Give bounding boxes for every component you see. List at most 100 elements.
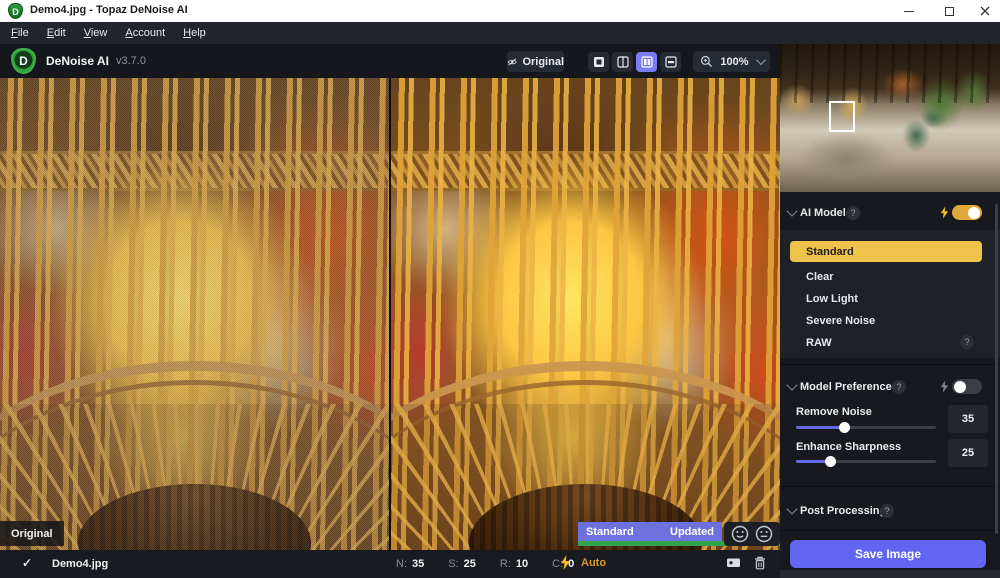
statusbar-filename[interactable]: Demo4.jpg [52, 558, 108, 570]
view-single-button[interactable] [588, 52, 609, 72]
ai-model-auto-toggle[interactable] [952, 205, 982, 220]
image-viewer: Original Standard Updated [0, 78, 780, 550]
collapse-chevron-icon[interactable] [786, 503, 797, 514]
titlebar: D Demo4.jpg - Topaz DeNoise AI [0, 0, 1000, 22]
panel-scrollbar[interactable] [995, 204, 998, 534]
param-n-label: N: [396, 558, 407, 570]
original-image-pane[interactable] [0, 78, 389, 550]
chevron-down-icon [756, 55, 766, 65]
ai-model-list: Standard Clear Low Light Severe Noise RA… [780, 230, 1000, 358]
minimize-icon [904, 11, 914, 12]
param-r-value: 10 [516, 558, 528, 570]
split-view-icon [617, 56, 629, 68]
toggle-original-button[interactable]: Original [507, 51, 564, 72]
slider-knob[interactable] [825, 456, 836, 467]
lightning-icon [560, 555, 571, 570]
post-processing-help-icon[interactable]: ? [880, 504, 894, 518]
ai-model-help-icon[interactable]: ? [846, 206, 860, 220]
app-name: DeNoise AI [46, 54, 109, 68]
preview-image-icon[interactable] [726, 556, 741, 569]
collapse-chevron-icon[interactable] [786, 379, 797, 390]
section-divider [780, 364, 1000, 365]
close-button[interactable] [968, 0, 1000, 22]
param-s-value: 25 [464, 558, 476, 570]
zoom-level: 100% [720, 56, 748, 68]
view-side-by-side-button[interactable] [636, 52, 657, 72]
section-divider [780, 530, 1000, 531]
model-preferences-header: Model Preferences ? [780, 376, 1000, 398]
remove-noise-slider[interactable] [796, 422, 936, 433]
remove-noise-value[interactable]: 35 [948, 405, 988, 433]
enhance-sharpness-slider[interactable] [796, 456, 936, 467]
model-option-raw[interactable]: RAW [790, 332, 982, 353]
maximize-icon [945, 7, 954, 16]
badge-model-name: Standard [586, 526, 634, 538]
auto-bolt-icon-gray [940, 380, 949, 393]
trash-icon[interactable] [754, 556, 766, 570]
processed-image-pane[interactable] [391, 78, 780, 550]
post-processing-header: Post Processing ? [780, 500, 1000, 522]
save-image-button[interactable]: Save Image [790, 540, 986, 568]
toolbar: D DeNoise AI v3.7.0 Original [0, 44, 780, 78]
feedback-buttons [724, 522, 780, 546]
model-option-low-light[interactable]: Low Light [790, 288, 982, 309]
auto-mode-toggle[interactable]: Auto [560, 555, 606, 570]
menu-edit[interactable]: Edit [38, 24, 75, 42]
minimize-button[interactable] [892, 0, 926, 22]
auto-bolt-icon [940, 206, 949, 219]
denoise-logo-icon: D [11, 48, 36, 74]
original-button-label: Original [522, 56, 564, 68]
menu-view[interactable]: View [75, 24, 117, 42]
menu-help[interactable]: Help [174, 24, 215, 42]
statusbar-icons [726, 556, 766, 570]
model-option-severe-noise[interactable]: Severe Noise [790, 310, 982, 331]
single-view-icon [593, 56, 605, 68]
navigator-selection-box[interactable] [829, 101, 855, 132]
enhance-sharpness-value[interactable]: 25 [948, 439, 988, 467]
maximize-button[interactable] [932, 0, 966, 22]
menu-file[interactable]: File [2, 24, 38, 42]
model-option-clear[interactable]: Clear [790, 266, 982, 287]
ai-model-header: AI Model ? [780, 202, 1000, 224]
app-logo-icon: D [8, 3, 23, 19]
menu-account[interactable]: Account [116, 24, 174, 42]
parameter-readout: N:35 S:25 R:10 C:0 [396, 558, 574, 570]
model-option-standard[interactable]: Standard [790, 241, 982, 262]
slider-fill [796, 426, 845, 429]
zoom-control[interactable]: 100% [693, 51, 770, 72]
top-bottom-view-icon [665, 56, 677, 68]
app-window: D Demo4.jpg - Topaz DeNoise AI File Edit… [0, 0, 1000, 578]
statusbar: ✓ Demo4.jpg N:35 S:25 R:10 C:0 Auto [0, 550, 780, 578]
toggle-knob [954, 381, 966, 393]
badge-status: Updated [670, 526, 714, 538]
slider-fill [796, 460, 831, 463]
eye-off-icon [507, 56, 517, 68]
model-preferences-help-icon[interactable]: ? [892, 380, 906, 394]
enhance-sharpness-label: Enhance Sharpness [796, 441, 901, 453]
model-preferences-auto-toggle[interactable] [952, 379, 982, 394]
model-status-badge: Standard Updated [578, 522, 722, 541]
neutral-face-button[interactable] [755, 525, 773, 543]
panel-footer [780, 570, 1000, 578]
raw-help-icon[interactable]: ? [960, 335, 974, 349]
menubar: File Edit View Account Help [0, 22, 1000, 44]
happy-face-button[interactable] [731, 525, 749, 543]
param-s-label: S: [448, 558, 458, 570]
view-top-bottom-button[interactable] [660, 52, 681, 72]
navigator-thumbnail[interactable] [780, 44, 1000, 192]
remove-noise-label: Remove Noise [796, 406, 872, 418]
thumbnail-ceiling [780, 44, 1000, 103]
app-version: v3.7.0 [116, 55, 146, 67]
toggle-knob [968, 207, 980, 219]
slider-knob[interactable] [839, 422, 850, 433]
original-pane-label: Original [0, 521, 64, 546]
ai-model-title: AI Model [800, 207, 846, 219]
collapse-chevron-icon[interactable] [786, 205, 797, 216]
param-r-label: R: [500, 558, 511, 570]
view-split-button[interactable] [612, 52, 633, 72]
side-by-side-view-icon [641, 56, 653, 68]
post-processing-title: Post Processing [800, 505, 886, 517]
param-n-value: 35 [412, 558, 424, 570]
settings-panel: AI Model ? Standard Clear Low Light Seve… [780, 44, 1000, 578]
zoom-in-icon [700, 55, 713, 68]
